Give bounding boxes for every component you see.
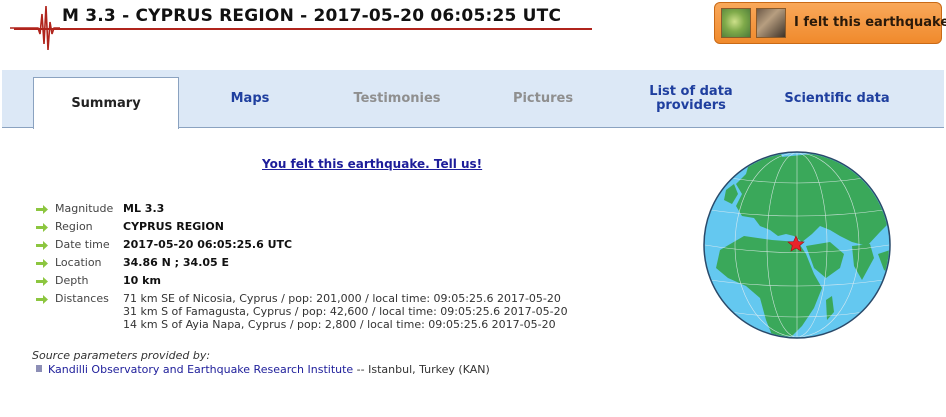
arrow-bullet-icon [36,259,48,268]
page-title: M 3.3 - CYPRUS REGION - 2017-05-20 06:05… [62,6,562,26]
arrow-bullet-icon [36,277,48,286]
agency-location: -- Istanbul, Turkey (KAN) [353,363,490,376]
map-thumbnail-icon [721,8,751,38]
tab-maps[interactable]: Maps [185,70,315,128]
felt-button-label: I felt this earthquake [794,15,946,30]
param-value: CYPRUS REGION [123,220,224,233]
distance-line: 14 km S of Ayia Napa, Cyprus / pop: 2,80… [123,318,556,331]
param-key: Region [55,220,93,233]
source-line: Kandilli Observatory and Earthquake Rese… [36,363,490,376]
tab-pictures[interactable]: Pictures [478,70,608,128]
param-value: 34.86 N ; 34.05 E [123,256,230,269]
distance-line: 31 km S of Famagusta, Cyprus / pop: 42,6… [123,305,568,318]
arrow-bullet-icon [36,241,48,250]
param-key: Location [55,256,102,269]
epicenter-globe-map [703,151,891,339]
param-key: Magnitude [55,202,114,215]
param-value: 10 km [123,274,161,287]
param-key: Depth [55,274,89,287]
tab-summary[interactable]: Summary [33,77,179,129]
param-value: 2017-05-20 06:05:25.6 UTC [123,238,293,251]
arrow-bullet-icon [36,223,48,232]
felt-earthquake-button[interactable]: I felt this earthquake [714,2,946,44]
distance-line: 71 km SE of Nicosia, Cyprus / pop: 201,0… [123,292,561,305]
arrow-bullet-icon [36,205,48,214]
param-value: ML 3.3 [123,202,165,215]
param-key: Date time [55,238,110,251]
arrow-bullet-icon [36,295,48,304]
tab-data-providers[interactable]: List of data providers [636,70,746,128]
tab-testimonies[interactable]: Testimonies [332,70,462,128]
param-key: Distances [55,292,109,305]
tab-bar: Summary Maps Testimonies Pictures List o… [2,70,944,129]
felt-report-link[interactable]: You felt this earthquake. Tell us! [262,157,482,171]
tab-scientific-data[interactable]: Scientific data [772,70,902,128]
photo-thumbnail-icon [756,8,786,38]
square-bullet-icon [36,365,42,372]
source-title: Source parameters provided by: [32,349,211,362]
title-underline [14,28,592,30]
agency-link[interactable]: Kandilli Observatory and Earthquake Rese… [48,363,353,376]
